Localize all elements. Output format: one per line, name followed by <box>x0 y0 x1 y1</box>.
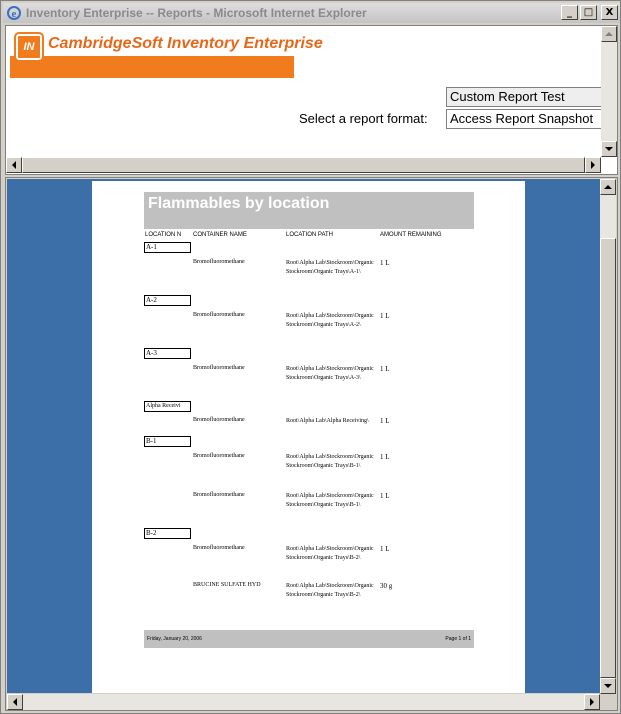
report-viewer: Flammables by location LOCATION N CONTAI… <box>7 179 600 693</box>
header-vscroll-track[interactable] <box>601 26 617 157</box>
title-bar: e Inventory Enterprise -- Reports - Micr… <box>3 3 620 23</box>
window-title: Inventory Enterprise -- Reports - Micros… <box>26 6 367 20</box>
container-name: Bromofluoromethane <box>193 259 245 265</box>
location-path: Root\Alpha Lab\Stockroom\Organic Stockro… <box>286 493 374 508</box>
container-name: Bromofluoromethane <box>193 312 245 318</box>
logo-band <box>10 56 294 78</box>
container-name: Bromofluoromethane <box>193 545 245 551</box>
header-frame: IN CambridgeSoft Inventory Enterprise Cu… <box>5 25 618 175</box>
scroll-right-icon[interactable] <box>585 157 601 173</box>
scroll-corner <box>600 694 616 710</box>
location-box: A-1 <box>144 242 191 253</box>
amount-remaining: 1 L <box>380 312 390 320</box>
container-name: Bromofluoromethane <box>193 417 245 423</box>
report-frame: Flammables by location LOCATION N CONTAI… <box>5 177 618 711</box>
location-path: Root\Alpha Lab\Stockroom\Organic Stockro… <box>286 454 374 469</box>
container-name: BRUCINE SULFATE HYD <box>193 582 261 588</box>
report-title: Flammables by location <box>144 192 474 229</box>
maximize-button[interactable]: □ <box>580 5 597 20</box>
footer-date: Friday, January 20, 2006 <box>147 636 202 642</box>
amount-remaining: 1 L <box>380 259 390 267</box>
format-select[interactable]: Access Report Snapshot <box>446 109 606 129</box>
format-label: Select a report format: <box>299 111 428 126</box>
location-path: Root\Alpha Lab\Alpha Receiving\ <box>286 418 369 424</box>
scroll-down-icon[interactable] <box>601 141 617 157</box>
scroll-left-icon[interactable] <box>7 694 23 710</box>
location-box: A-3 <box>144 348 191 359</box>
container-name: Bromofluoromethane <box>193 365 245 371</box>
amount-remaining: 1 L <box>380 365 390 373</box>
location-box: B-1 <box>144 436 191 447</box>
logo-text: CambridgeSoft Inventory Enterprise <box>48 35 323 52</box>
report-page: Flammables by location LOCATION N CONTAI… <box>92 181 525 693</box>
amount-remaining: 1 L <box>380 453 390 461</box>
location-path: Root\Alpha Lab\Stockroom\Organic Stockro… <box>286 313 374 328</box>
svg-text:e: e <box>12 8 17 20</box>
scroll-up-icon[interactable] <box>601 26 617 42</box>
location-box: A-2 <box>144 295 191 306</box>
location-path: Root\Alpha Lab\Stockroom\Organic Stockro… <box>286 366 374 381</box>
close-button[interactable]: X <box>601 5 618 20</box>
minimize-button[interactable]: _ <box>561 5 578 20</box>
report-footer: Friday, January 20, 2006 Page 1 of 1 <box>144 630 474 648</box>
container-name: Bromofluoromethane <box>193 492 245 498</box>
logo-mark: IN <box>14 32 44 62</box>
location-box: B-2 <box>144 528 191 539</box>
ie-logo-icon: e <box>6 5 22 21</box>
scroll-left-icon[interactable] <box>6 157 22 173</box>
column-header-location: LOCATION N <box>145 232 182 238</box>
browser-window: e Inventory Enterprise -- Reports - Micr… <box>0 0 621 714</box>
scroll-up-icon[interactable] <box>600 179 616 195</box>
report-vscroll-thumb[interactable] <box>600 238 616 678</box>
report-hscroll-track[interactable] <box>7 694 600 710</box>
scroll-right-icon[interactable] <box>584 694 600 710</box>
amount-remaining: 1 L <box>380 492 390 500</box>
location-box: Alpha Receivi <box>144 401 191 412</box>
container-name: Bromofluoromethane <box>193 453 245 459</box>
column-header-amount: AMOUNT REMAINING <box>380 232 442 238</box>
amount-remaining: 1 L <box>380 545 390 553</box>
header-hscroll-thumb[interactable] <box>22 157 585 173</box>
footer-page-number: Page 1 of 1 <box>445 636 471 642</box>
report-list-item[interactable]: Custom Report Test <box>446 87 606 107</box>
amount-remaining: 1 L <box>380 417 390 425</box>
column-header-container: CONTAINER NAME <box>193 232 247 238</box>
column-header-path: LOCATION PATH <box>286 232 334 238</box>
amount-remaining: 30 g <box>380 582 393 590</box>
scroll-down-icon[interactable] <box>600 678 616 694</box>
location-path: Root\Alpha Lab\Stockroom\Organic Stockro… <box>286 546 374 561</box>
logo-mark-text: IN <box>23 41 35 53</box>
location-path: Root\Alpha Lab\Stockroom\Organic Stockro… <box>286 260 374 275</box>
location-path: Root\Alpha Lab\Stockroom\Organic Stockro… <box>286 583 374 598</box>
